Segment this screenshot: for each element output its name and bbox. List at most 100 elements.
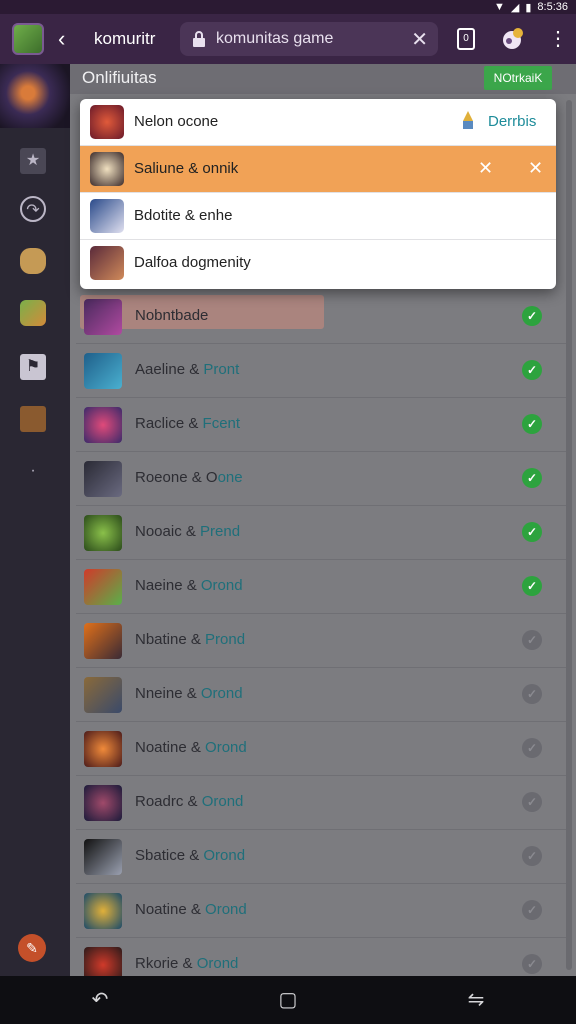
sidebar-item-compass[interactable]: ↷: [20, 196, 46, 222]
sidebar-item-dot[interactable]: ·: [20, 458, 46, 484]
sidebar: ★ ↷ ⚑ · ✎: [0, 64, 70, 976]
sidebar-item-game[interactable]: [20, 300, 46, 326]
checkmark-icon[interactable]: ✓: [522, 360, 542, 380]
checkmark-icon[interactable]: ✓: [522, 846, 542, 866]
list-item-label: Roeone & Oone: [135, 469, 243, 486]
list-item-label: Noatine & Orond: [135, 739, 247, 756]
suggestion-popup: Nelon ocone Derrbis Saliune & onnik ✕ ✕ …: [80, 99, 556, 289]
alert-icon: ⚑: [25, 358, 41, 375]
extension-icon[interactable]: [500, 26, 524, 52]
back-button[interactable]: ‹: [58, 25, 78, 53]
popup-item-thumbnail: [90, 105, 124, 139]
list-item-thumbnail: [84, 353, 122, 389]
list-item[interactable]: Naeine & Orond ✓: [76, 560, 566, 614]
list-item-label: Raclice & Fcent: [135, 415, 241, 432]
status-bar: ▼ ◢ ▮ 8:5:36: [0, 0, 576, 14]
list-item-thumbnail: [84, 569, 122, 605]
sidebar-item-users[interactable]: ★: [20, 148, 46, 174]
app-title: komuritr: [94, 29, 156, 48]
scrollbar[interactable]: [566, 100, 572, 970]
popup-item[interactable]: Bdotite & enhe: [80, 193, 556, 240]
list-item[interactable]: Nbatine & Prond ✓: [76, 614, 566, 668]
list-item[interactable]: Raclice & Fcent ✓: [76, 398, 566, 452]
list-item-thumbnail: [84, 893, 122, 929]
sidebar-item-alert[interactable]: ⚑: [20, 354, 46, 380]
status-icons: ▼ ◢ ▮ 8:5:36: [494, 0, 568, 14]
home-icon[interactable]: ▢: [274, 986, 302, 1014]
url-text: komunitas game: [216, 30, 334, 47]
checkmark-icon[interactable]: ✓: [522, 576, 542, 596]
list-item-label: Rkorie & Orond: [135, 955, 239, 972]
close-icon[interactable]: ✕: [478, 158, 493, 179]
list-item-label: Nobntbade: [135, 307, 209, 324]
list-item[interactable]: Noatine & Orond ✓: [76, 884, 566, 938]
list-item[interactable]: Nooaic & Prend ✓: [76, 506, 566, 560]
list-item-thumbnail: [84, 299, 122, 335]
checkmark-icon[interactable]: ✓: [522, 522, 542, 542]
lock-icon: [193, 31, 205, 47]
checkmark-icon[interactable]: ✓: [522, 684, 542, 704]
popup-item[interactable]: Nelon ocone Derrbis: [80, 99, 556, 146]
popup-item-thumbnail: [90, 199, 124, 233]
sidebar-hero-image[interactable]: [0, 64, 70, 128]
game-icon: [20, 300, 46, 326]
list-item[interactable]: Sbatice & Orond ✓: [76, 830, 566, 884]
checkmark-icon[interactable]: ✓: [522, 792, 542, 812]
popup-item[interactable]: Saliune & onnik ✕ ✕: [80, 146, 556, 193]
popup-link[interactable]: Derrbis: [488, 113, 536, 130]
list-item-label: Aaeline & Pront: [135, 361, 240, 378]
dot-icon: ·: [30, 462, 36, 479]
browser-topbar: ‹ komuritr komunitas game ✕ 0 ⋮: [0, 14, 576, 64]
list-item-label: Naeine & Orond: [135, 577, 243, 594]
close-icon[interactable]: ✕: [528, 158, 543, 179]
main-header: Onlifiuitas NOtrkaiK: [70, 64, 576, 94]
popup-item[interactable]: Dalfoa dogmenity: [80, 240, 556, 287]
url-field[interactable]: komunitas game ✕: [180, 22, 438, 56]
sidebar-edit-button[interactable]: ✎: [18, 934, 46, 962]
list-item[interactable]: Roadrc & Orond ✓: [76, 776, 566, 830]
checkmark-icon[interactable]: ✓: [522, 900, 542, 920]
checkmark-icon[interactable]: ✓: [522, 954, 542, 974]
list-item[interactable]: Nneine & Orond ✓: [76, 668, 566, 722]
list-item-thumbnail: [84, 677, 122, 713]
checkmark-icon[interactable]: ✓: [522, 468, 542, 488]
list-item[interactable]: Nobntbade ✓: [76, 290, 566, 344]
list-item-label: Roadrc & Orond: [135, 793, 244, 810]
checkmark-icon[interactable]: ✓: [522, 738, 542, 758]
system-nav-bar: ↶ ▢ ⇋: [0, 976, 576, 1024]
popup-item-label: Nelon ocone: [134, 113, 219, 130]
app-avatar[interactable]: [12, 23, 44, 55]
battery-icon: ▮: [525, 1, 532, 14]
list-item-thumbnail: [84, 515, 122, 551]
compass-icon: ↷: [26, 202, 40, 219]
list-item-label: Noatine & Orond: [135, 901, 247, 918]
list-item-label: Nbatine & Prond: [135, 631, 246, 648]
list-item-label: Nooaic & Prend: [135, 523, 241, 540]
puzzle-icon: [20, 248, 46, 274]
chest-icon: [20, 406, 46, 432]
back-icon[interactable]: ↶: [86, 986, 114, 1014]
sidebar-item-puzzle[interactable]: [20, 248, 46, 274]
pencil-icon: ✎: [26, 940, 38, 956]
popup-item-label: Bdotite & enhe: [134, 207, 233, 224]
list-item-thumbnail: [84, 731, 122, 767]
list-item-thumbnail: [84, 461, 122, 497]
popup-item-label: Dalfoa dogmenity: [134, 254, 251, 271]
list-item[interactable]: Aaeline & Pront ✓: [76, 344, 566, 398]
list-item-thumbnail: [84, 839, 122, 875]
close-icon[interactable]: ✕: [411, 27, 428, 52]
tabs-button[interactable]: 0: [457, 28, 475, 50]
checkmark-icon[interactable]: ✓: [522, 306, 542, 326]
rocket-icon: [463, 111, 473, 129]
checkmark-icon[interactable]: ✓: [522, 414, 542, 434]
notify-button[interactable]: NOtrkaiK: [484, 66, 552, 90]
list-item-label: Nneine & Orond: [135, 685, 243, 702]
sidebar-item-chest[interactable]: [20, 406, 46, 432]
list-item[interactable]: Roeone & Oone ✓: [76, 452, 566, 506]
checkmark-icon[interactable]: ✓: [522, 630, 542, 650]
list-item[interactable]: Noatine & Orond ✓: [76, 722, 566, 776]
list-item-thumbnail: [84, 623, 122, 659]
more-vert-icon[interactable]: ⋮: [548, 26, 568, 52]
recents-icon[interactable]: ⇋: [462, 986, 490, 1014]
popup-item-label: Saliune & onnik: [134, 160, 239, 177]
